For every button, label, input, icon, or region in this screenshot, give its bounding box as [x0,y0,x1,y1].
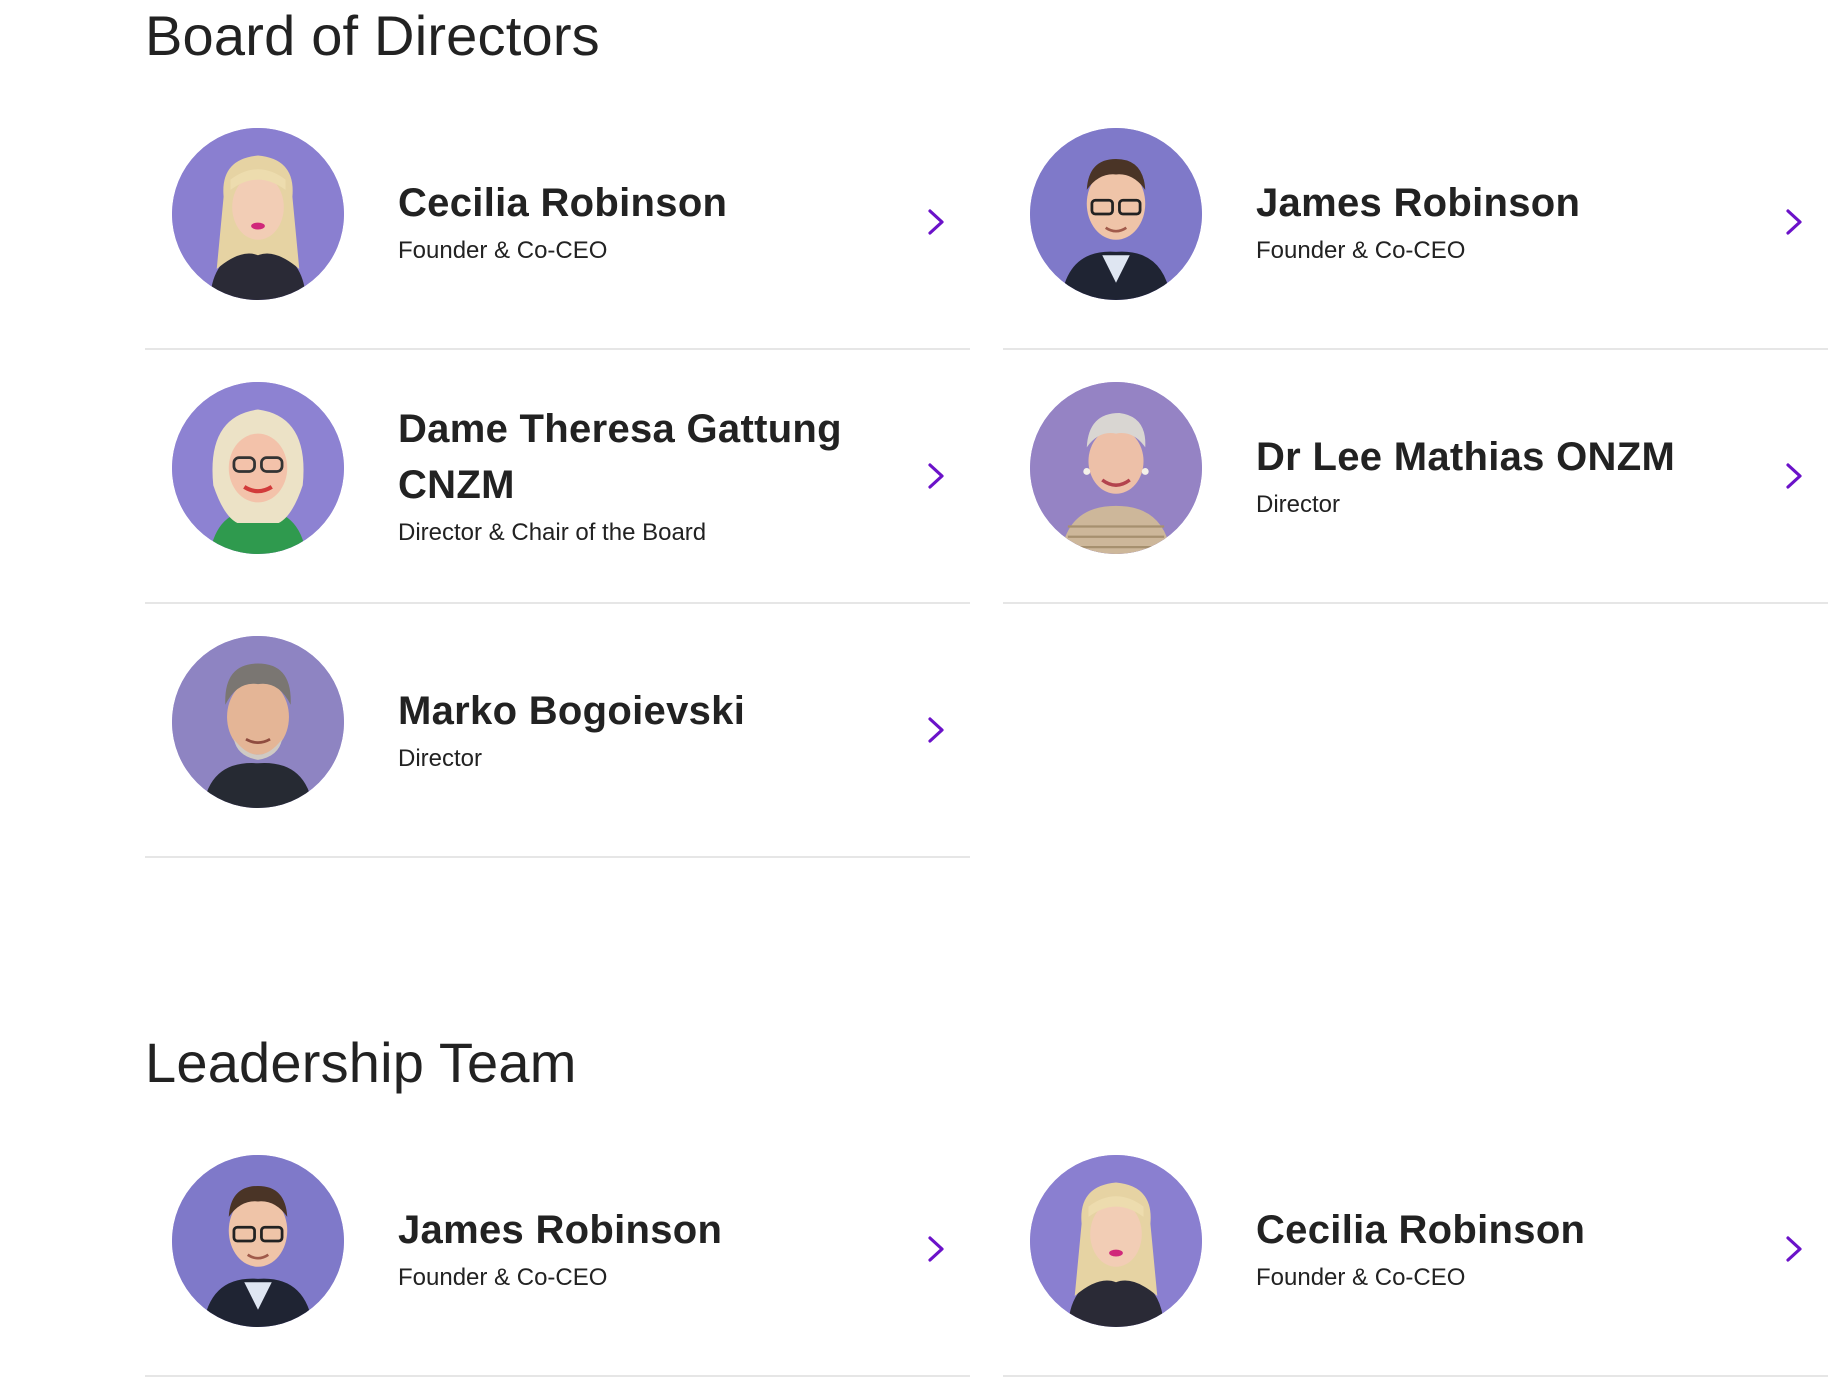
member-text: Cecilia Robinson Founder & Co-CEO [1256,1123,1756,1373]
board-member-card[interactable]: James Robinson Founder & Co-CEO [1003,96,1828,350]
member-text: James Robinson Founder & Co-CEO [1256,96,1756,346]
board-member-card[interactable]: Marko Bogoievski Director [145,604,970,858]
chevron-right-icon[interactable] [924,714,948,746]
chevron-right-icon[interactable] [924,1233,948,1265]
avatar-photo [1030,1155,1202,1327]
chevron-right-icon[interactable] [1782,1233,1806,1265]
member-role: Director & Chair of the Board [398,519,707,546]
chevron-right-icon[interactable] [1782,206,1806,238]
avatar-photo [1030,382,1202,554]
member-role: Founder & Co-CEO [1256,1264,1466,1291]
board-section: Board of Directors Cecilia Robinson Foun… [145,0,1828,880]
board-heading: Board of Directors [145,4,600,67]
chevron-right-icon[interactable] [1782,460,1806,492]
chevron-right-icon[interactable] [924,206,948,238]
leadership-section: Leadership Team James Robinson Founder &… [145,1020,1828,1377]
member-name: Dr Lee Mathias ONZM [1256,435,1676,479]
leadership-heading: Leadership Team [145,1031,577,1094]
member-text: James Robinson Founder & Co-CEO [398,1123,898,1373]
member-role: Founder & Co-CEO [398,237,608,264]
avatar-photo [172,1155,344,1327]
member-name: James Robinson [398,1208,723,1252]
leadership-member-card[interactable]: Cecilia Robinson Founder & Co-CEO [1003,1123,1828,1377]
member-name: Dame Theresa Gattung CNZM [398,407,842,507]
avatar-photo [172,636,344,808]
member-role: Founder & Co-CEO [1256,237,1466,264]
member-name: James Robinson [1256,181,1581,225]
board-member-card[interactable]: Dame Theresa Gattung CNZM Director & Cha… [145,350,970,604]
leadership-member-card[interactable]: James Robinson Founder & Co-CEO [145,1123,970,1377]
avatar-photo [172,128,344,300]
member-text: Dame Theresa Gattung CNZM Director & Cha… [398,350,898,600]
member-role: Director [1256,491,1341,518]
member-name: Cecilia Robinson [398,181,728,225]
member-role: Founder & Co-CEO [398,1264,608,1291]
member-role: Director [398,745,483,772]
avatar-photo [172,382,344,554]
member-name: Marko Bogoievski [398,689,746,733]
board-member-card[interactable]: Dr Lee Mathias ONZM Director [1003,350,1828,604]
chevron-right-icon[interactable] [924,460,948,492]
member-name: Cecilia Robinson [1256,1208,1586,1252]
member-text: Cecilia Robinson Founder & Co-CEO [398,96,898,346]
board-member-card[interactable]: Cecilia Robinson Founder & Co-CEO [145,96,970,350]
member-text: Marko Bogoievski Director [398,604,898,854]
member-text: Dr Lee Mathias ONZM Director [1256,350,1756,600]
avatar-photo [1030,128,1202,300]
